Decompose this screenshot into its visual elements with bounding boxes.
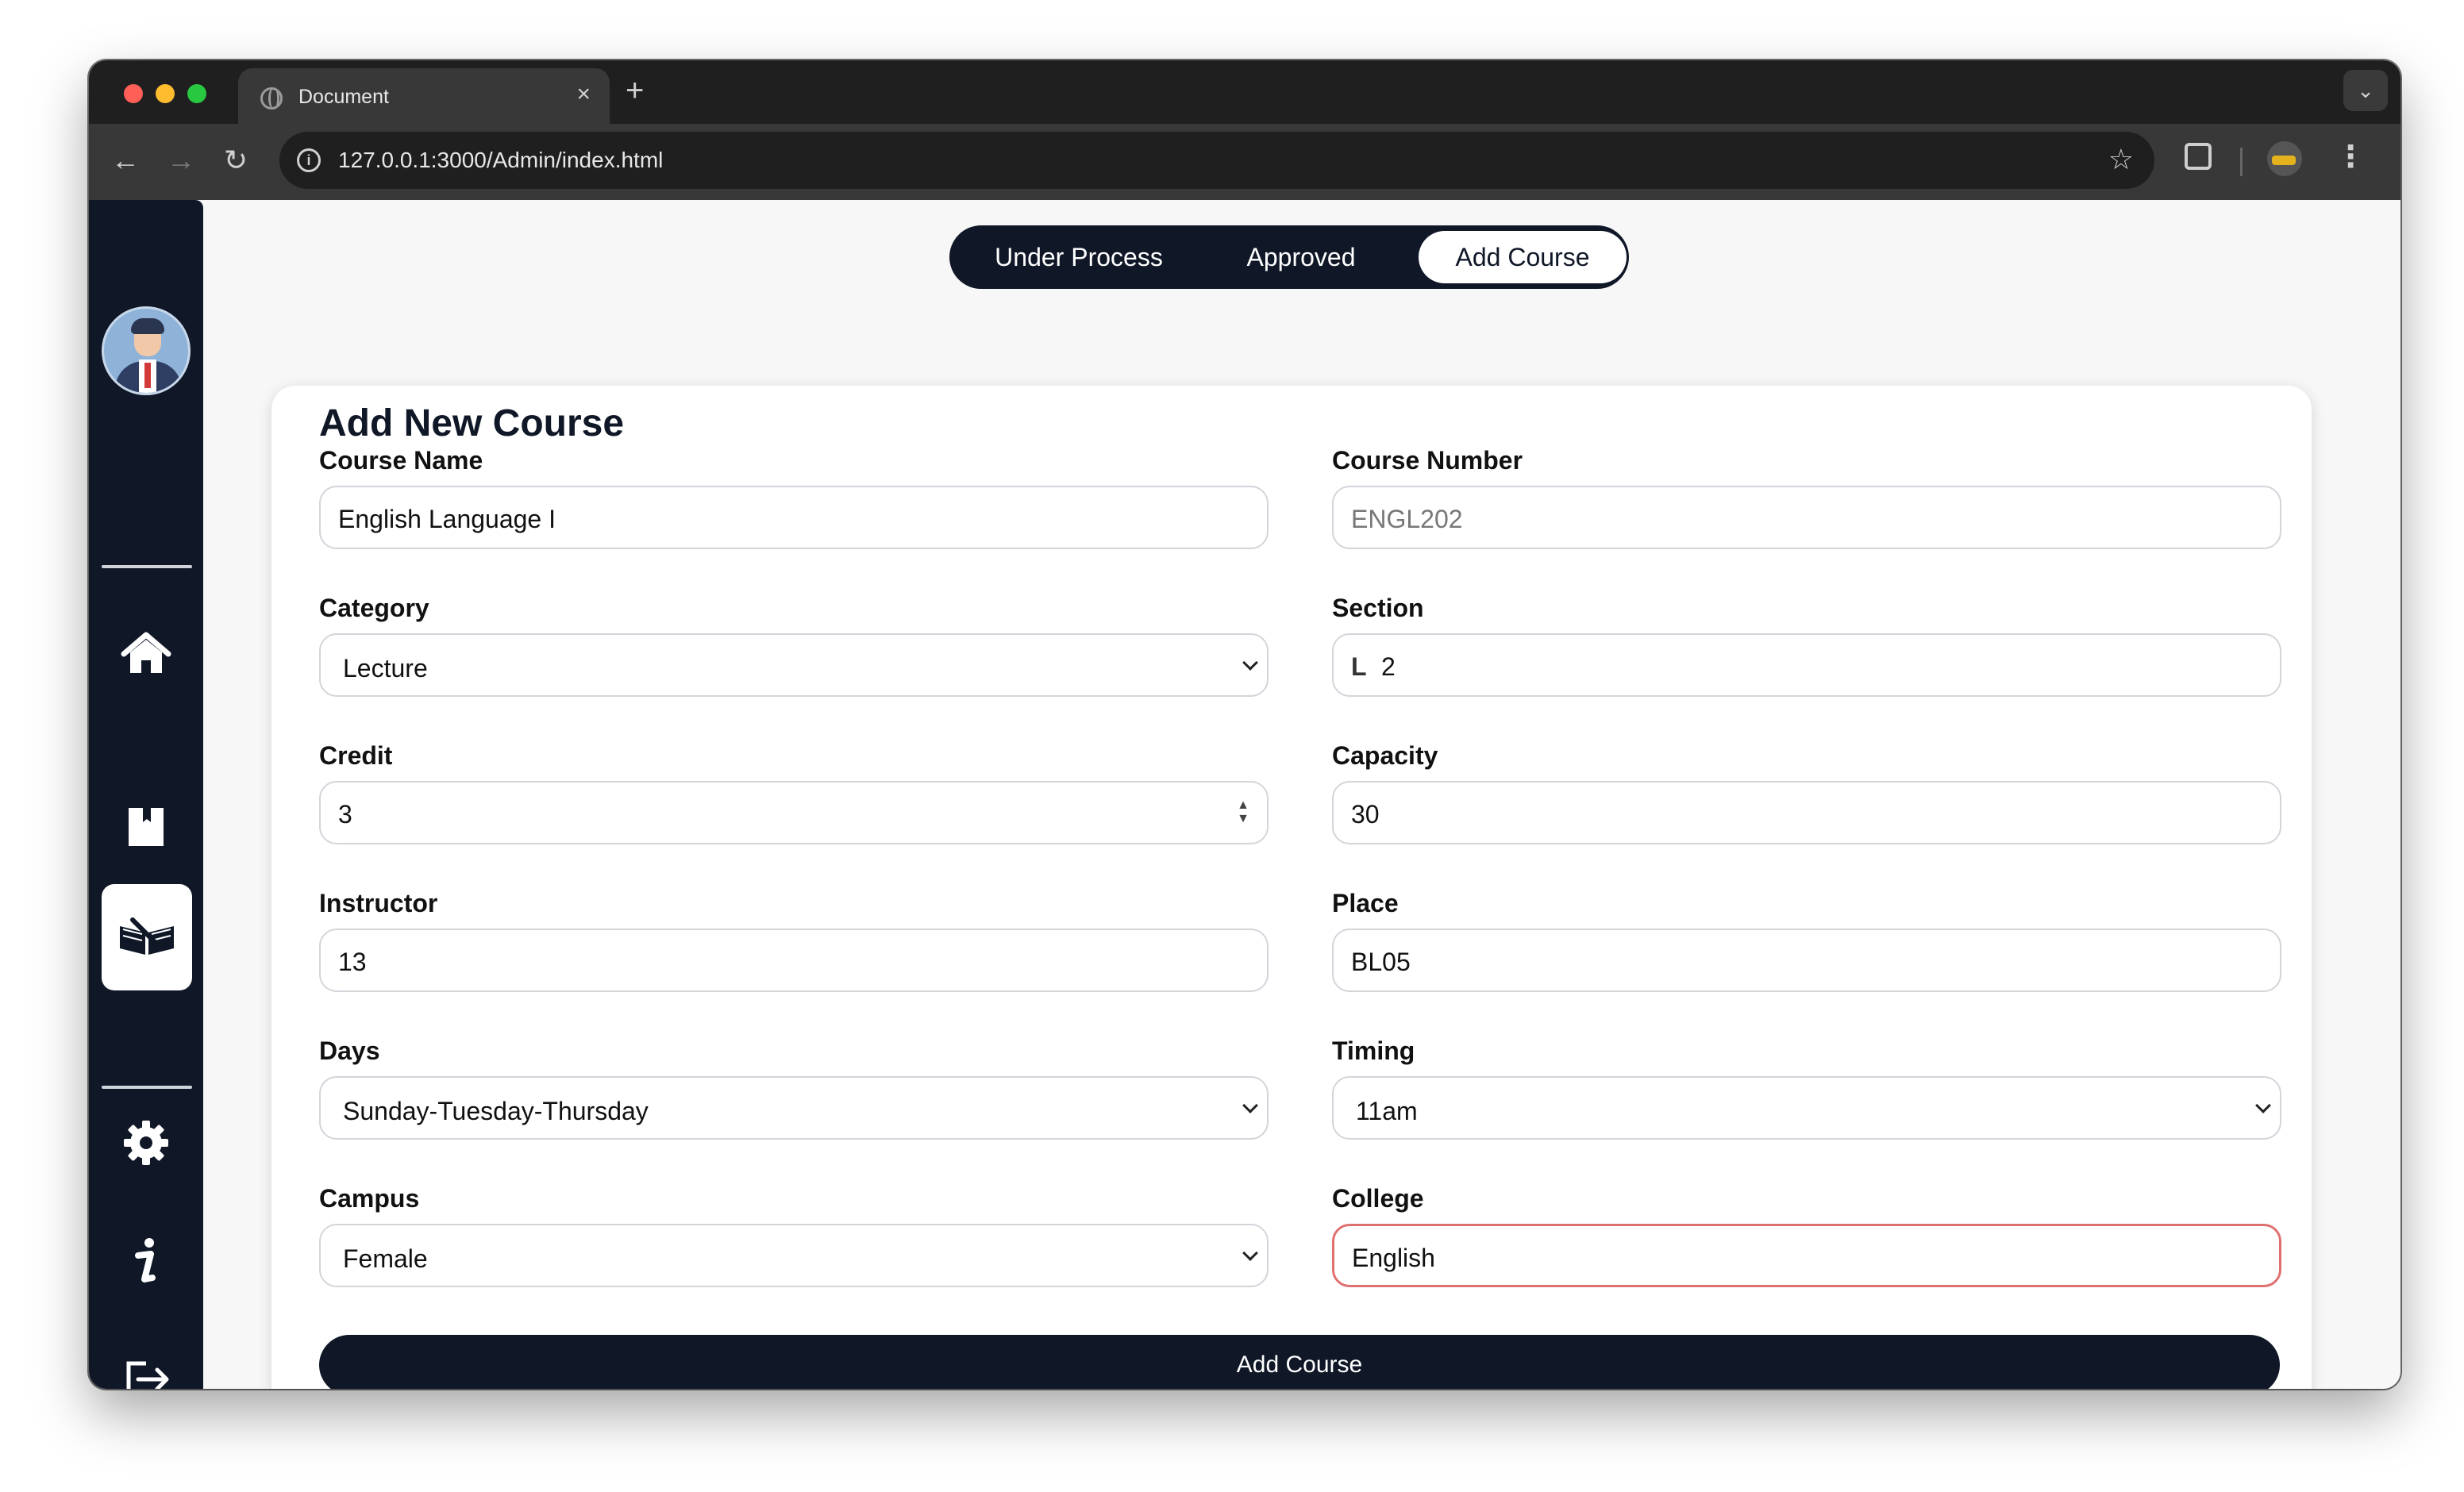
- sidebar: [89, 200, 203, 1389]
- chevron-down-icon: [1242, 1098, 1258, 1113]
- campus-select[interactable]: Female: [319, 1224, 1269, 1287]
- instructor-label: Instructor: [319, 889, 438, 917]
- college-input[interactable]: English: [1332, 1224, 2281, 1287]
- credit-label: Credit: [319, 741, 393, 770]
- tab-search-button[interactable]: ⌄: [2343, 70, 2388, 111]
- course-name-label: Course Name: [319, 446, 483, 475]
- days-select[interactable]: Sunday-Tuesday-Thursday: [319, 1076, 1269, 1140]
- chevron-down-icon: [1242, 1245, 1258, 1261]
- timing-select[interactable]: 11am: [1332, 1076, 2281, 1140]
- minimize-window-button[interactable]: [156, 84, 175, 103]
- section-value: 2: [1381, 652, 1396, 681]
- forward-button[interactable]: →: [167, 143, 195, 178]
- section-prefix: L: [1351, 652, 1367, 681]
- bookmark-star-icon[interactable]: ☆: [2108, 143, 2134, 176]
- tab-add-course[interactable]: Add Course: [1419, 231, 1627, 283]
- instructor-value: 13: [338, 948, 367, 976]
- section-input[interactable]: L 2: [1332, 633, 2281, 697]
- category-label: Category: [319, 594, 429, 622]
- new-tab-button[interactable]: +: [626, 75, 644, 106]
- globe-icon: [260, 87, 283, 110]
- form-title: Add New Course: [319, 402, 625, 444]
- college-label: College: [1332, 1184, 1424, 1213]
- sidebar-item-courses[interactable]: [102, 884, 192, 990]
- url-text[interactable]: 127.0.0.1:3000/Admin/index.html: [338, 148, 663, 173]
- course-number-label: Course Number: [1332, 446, 1523, 475]
- profile-avatar[interactable]: [2267, 141, 2302, 176]
- user-avatar[interactable]: [102, 306, 191, 395]
- browser-toolbar: ← → ↻ i 127.0.0.1:3000/Admin/index.html …: [89, 124, 2400, 200]
- category-value: Lecture: [343, 654, 428, 683]
- course-number-input[interactable]: ENGL202: [1332, 486, 2281, 549]
- credit-number-input[interactable]: 3 ▲ ▼: [319, 781, 1269, 844]
- browser-menu-icon[interactable]: ⋮: [2335, 141, 2366, 173]
- timing-value: 11am: [1356, 1097, 1418, 1125]
- credit-value: 3: [338, 800, 352, 829]
- capacity-label: Capacity: [1332, 741, 1438, 770]
- tab-strip: Document × + ⌄: [89, 60, 2400, 124]
- browser-tab[interactable]: Document ×: [238, 68, 610, 124]
- toolbar-divider: [2240, 148, 2243, 176]
- tab-under-process[interactable]: Under Process: [968, 231, 1190, 283]
- info-icon[interactable]: [114, 1230, 178, 1294]
- close-window-button[interactable]: [124, 84, 143, 103]
- place-value: BL05: [1351, 948, 1411, 976]
- instructor-input[interactable]: 13: [319, 929, 1269, 992]
- status-tabs: Under Process Approved Add Course: [949, 225, 1629, 289]
- place-input[interactable]: BL05: [1332, 929, 2281, 992]
- site-info-icon[interactable]: i: [297, 148, 321, 172]
- place-label: Place: [1332, 889, 1399, 917]
- bookmark-icon[interactable]: [114, 795, 178, 859]
- back-button[interactable]: ←: [111, 143, 140, 178]
- chevron-down-icon: [1242, 655, 1258, 671]
- add-course-button[interactable]: Add Course: [319, 1335, 2280, 1389]
- logout-icon[interactable]: [114, 1348, 178, 1389]
- open-book-icon: [120, 917, 174, 955]
- add-course-form: Add New Course Course Name English Langu…: [271, 386, 2312, 1389]
- capacity-value: 30: [1351, 800, 1380, 829]
- tab-approved[interactable]: Approved: [1198, 231, 1404, 283]
- sidebar-divider: [102, 565, 192, 568]
- category-select[interactable]: Lecture: [319, 633, 1269, 697]
- capacity-input[interactable]: 30: [1332, 781, 2281, 844]
- tab-title: Document: [298, 86, 389, 108]
- days-value: Sunday-Tuesday-Thursday: [343, 1097, 649, 1125]
- reload-button[interactable]: ↻: [224, 143, 248, 178]
- close-tab-icon[interactable]: ×: [576, 81, 591, 108]
- stepper-arrows-icon[interactable]: ▲ ▼: [1237, 798, 1249, 825]
- gear-icon[interactable]: [114, 1111, 178, 1175]
- days-label: Days: [319, 1036, 380, 1065]
- chevron-down-icon: [2255, 1098, 2271, 1113]
- address-bar[interactable]: i 127.0.0.1:3000/Admin/index.html ☆: [279, 132, 2154, 189]
- browser-window: Document × + ⌄ ← → ↻ i 127.0.0.1:3000/Ad…: [89, 60, 2400, 1389]
- course-number-value: ENGL202: [1351, 505, 1463, 533]
- campus-value: Female: [343, 1244, 428, 1273]
- timing-label: Timing: [1332, 1036, 1415, 1065]
- page-content: Under Process Approved Add Course Add Ne…: [89, 200, 2400, 1389]
- course-name-input[interactable]: English Language I: [319, 486, 1269, 549]
- college-value: English: [1352, 1244, 1435, 1272]
- home-icon[interactable]: [114, 622, 178, 686]
- course-name-value: English Language I: [338, 505, 556, 533]
- section-label: Section: [1332, 594, 1424, 622]
- sidebar-divider: [102, 1086, 192, 1089]
- campus-label: Campus: [319, 1184, 420, 1213]
- extensions-icon[interactable]: [2185, 143, 2212, 170]
- maximize-window-button[interactable]: [187, 84, 206, 103]
